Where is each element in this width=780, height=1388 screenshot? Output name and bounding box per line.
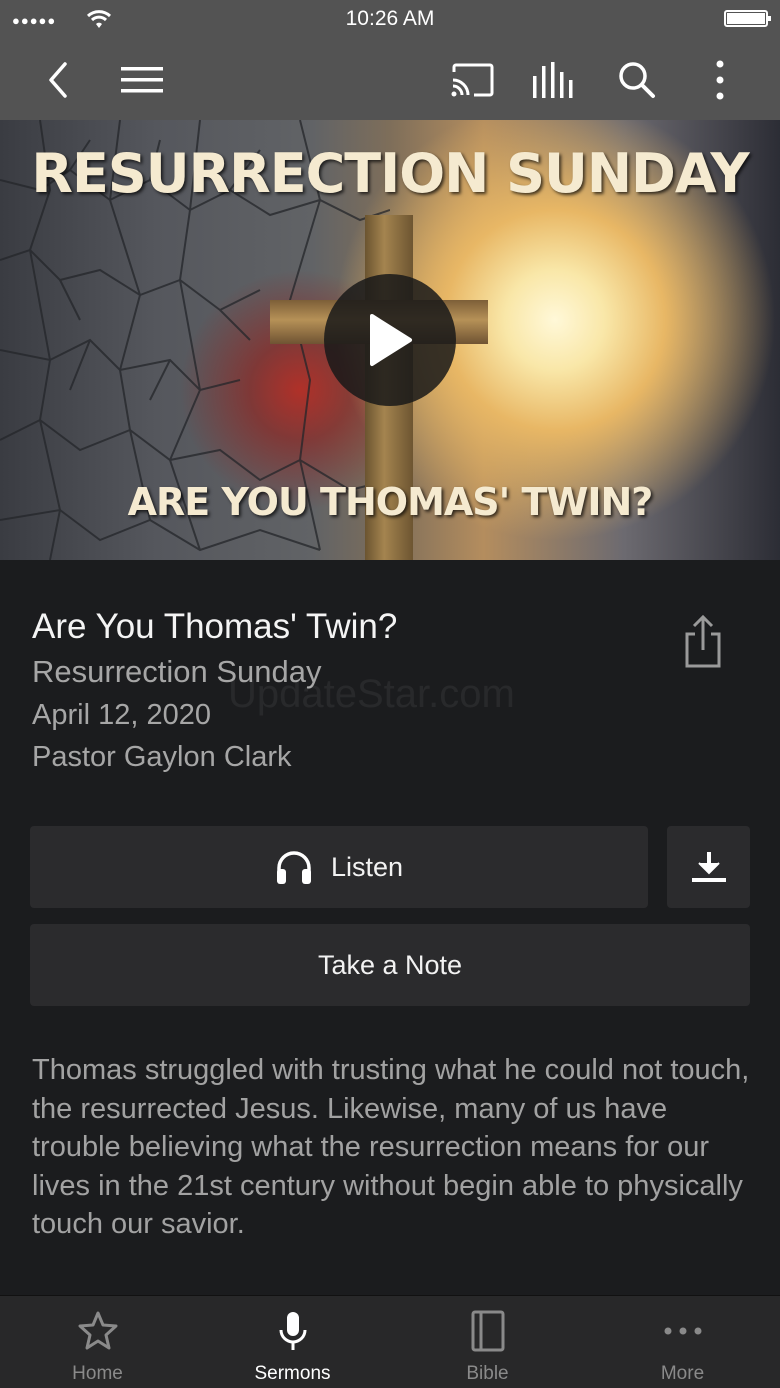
tab-more[interactable]: More [585, 1296, 780, 1388]
cast-button[interactable] [448, 56, 496, 104]
download-button[interactable] [667, 826, 750, 908]
tab-sermons[interactable]: Sermons [195, 1296, 390, 1388]
top-toolbar [0, 40, 780, 120]
microphone-icon [279, 1312, 306, 1350]
tab-bible[interactable]: Bible [390, 1296, 585, 1388]
artwork-title: RESURRECTION SUNDAY [31, 142, 749, 205]
watermark: UpdateStar.com [228, 672, 515, 716]
headphones-icon [276, 851, 311, 884]
status-bar: ●●●●● 10:26 AM [0, 0, 780, 40]
tab-home[interactable]: Home [0, 1296, 195, 1388]
back-button[interactable] [34, 56, 82, 104]
book-icon [471, 1310, 504, 1352]
more-vertical-icon [716, 60, 724, 100]
audio-levels-button[interactable] [530, 56, 578, 104]
menu-button[interactable] [118, 56, 166, 104]
chevron-left-icon [49, 62, 67, 98]
take-note-button[interactable]: Take a Note [30, 924, 750, 1006]
more-horizontal-icon [664, 1327, 701, 1335]
search-icon [619, 62, 655, 98]
sermon-speaker: Pastor Gaylon Clark [32, 741, 292, 773]
artwork-subtitle: ARE YOU THOMAS' TWIN? [127, 480, 654, 524]
search-button[interactable] [613, 56, 661, 104]
battery-icon [724, 10, 771, 27]
cast-icon [451, 63, 494, 97]
more-options-button[interactable] [696, 56, 744, 104]
tab-more-label: More [660, 1363, 705, 1384]
tab-home-label: Home [72, 1363, 123, 1384]
play-icon [370, 314, 412, 366]
sermon-artwork[interactable]: RESURRECTION SUNDAY ARE YOU THOMAS' TWIN… [0, 120, 780, 560]
star-icon [78, 1311, 117, 1350]
share-icon[interactable] [683, 614, 723, 670]
hamburger-icon [121, 67, 163, 93]
listen-label: Listen [330, 851, 404, 882]
play-video-button[interactable] [324, 274, 456, 406]
status-time: 10:26 AM [345, 7, 435, 30]
tab-bible-label: Bible [466, 1363, 509, 1384]
download-icon [691, 852, 726, 882]
bottom-tab-bar: Home Sermons Bible More [0, 1295, 780, 1388]
equalizer-icon [533, 62, 573, 98]
tab-sermons-label: Sermons [254, 1363, 331, 1384]
sermon-title: Are You Thomas' Twin? [32, 607, 398, 646]
listen-button[interactable]: Listen [30, 826, 648, 908]
sermon-description: Thomas struggled with trusting what he c… [32, 1054, 750, 1240]
take-note-label: Take a Note [317, 949, 463, 980]
